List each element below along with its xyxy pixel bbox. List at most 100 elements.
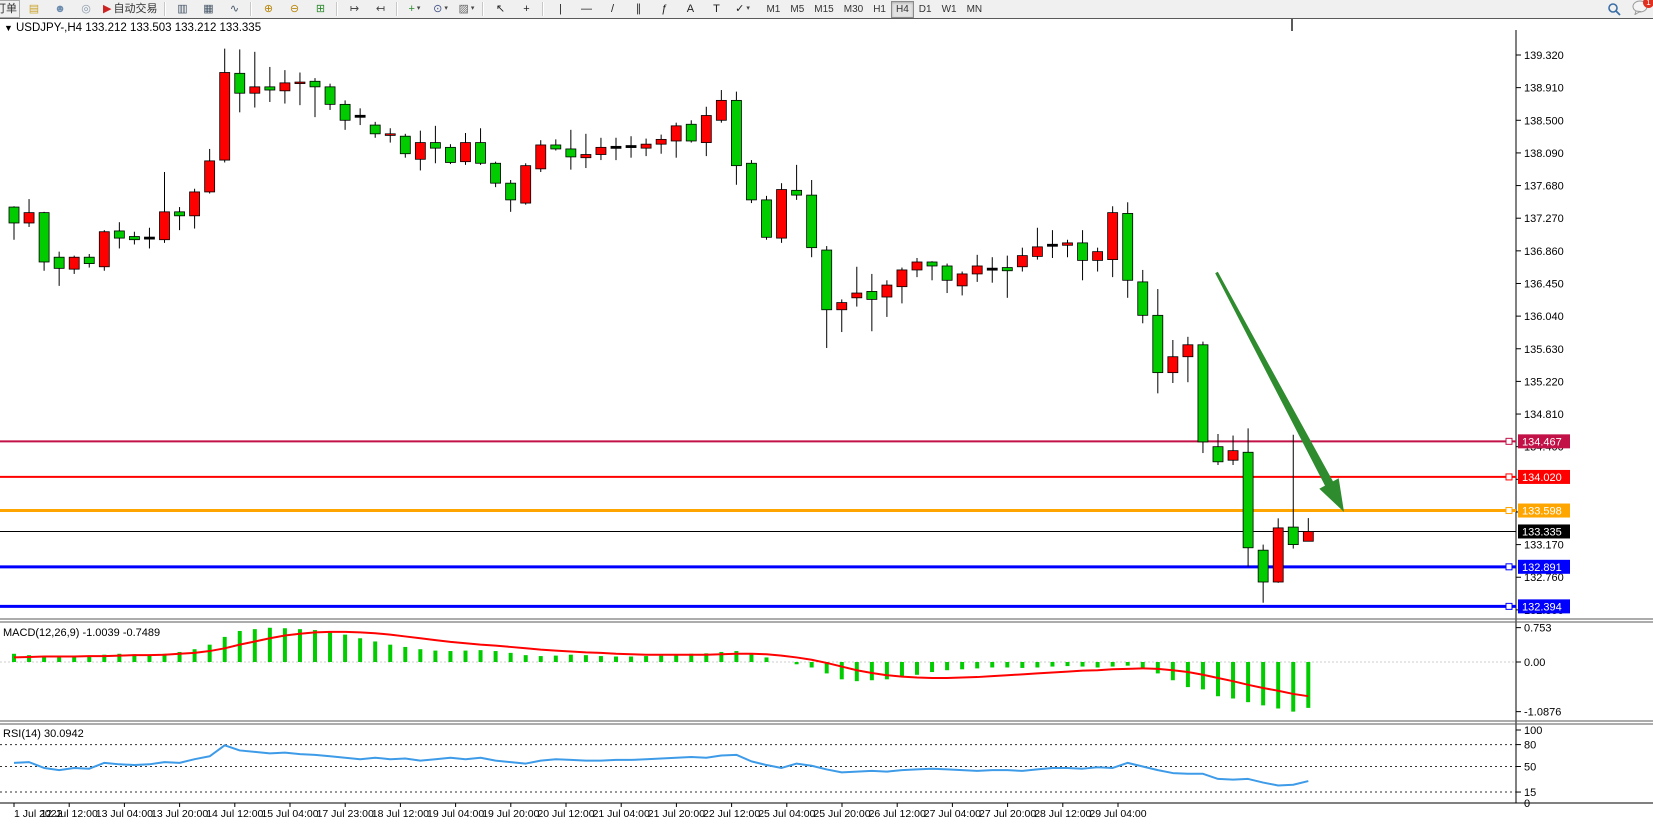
price-tag-label: 132.891 <box>1522 562 1562 574</box>
candle-body <box>716 100 726 120</box>
cursor-icon[interactable]: ↖ <box>488 0 512 18</box>
candle-body <box>1288 527 1298 545</box>
line-handle <box>1506 603 1512 609</box>
line-handle <box>1506 438 1512 444</box>
candle-body <box>792 190 802 195</box>
candle-body <box>400 136 410 154</box>
candle-body <box>1093 252 1103 261</box>
zoom-in-icon[interactable]: ⊕ <box>256 0 280 18</box>
timeframe-m15[interactable]: M15 <box>809 1 838 18</box>
time-tick-label: 19 Jul 04:00 <box>427 808 484 820</box>
add-indicator-icon[interactable]: +▾ <box>402 0 426 18</box>
scroll-to-end-icon[interactable]: ↦ <box>342 0 366 18</box>
candle-body <box>701 116 711 143</box>
price-tick-label: 138.910 <box>1524 83 1564 95</box>
label-icon[interactable]: T <box>704 0 728 18</box>
candle-body <box>84 257 94 263</box>
periods-icon[interactable]: ⊙▾ <box>428 0 452 18</box>
candle-body <box>626 146 636 148</box>
candle-chart-icon[interactable]: ▦ <box>196 0 220 18</box>
time-tick-label: 21 Jul 04:00 <box>593 808 650 820</box>
candle-body <box>566 149 576 157</box>
timeframe-m30[interactable]: M30 <box>839 1 868 18</box>
notification-badge: 1 <box>1643 0 1653 8</box>
timeframe-d1[interactable]: D1 <box>914 1 937 18</box>
level-lines <box>0 441 1516 606</box>
trendline-icon[interactable]: / <box>600 0 624 18</box>
crosshair-icon[interactable]: + <box>514 0 538 18</box>
chart-area[interactable]: 139.320138.910138.500138.090137.680137.2… <box>0 0 1653 828</box>
price-tick-label: 133.170 <box>1524 540 1564 552</box>
time-tick-label: 17 Jul 23:00 <box>317 808 374 820</box>
toolbar-right-group: 1 <box>1607 0 1649 18</box>
client-terminal-icon[interactable]: ☻ <box>48 0 72 18</box>
price-tick-label: 135.220 <box>1524 376 1564 388</box>
candle-body <box>746 163 756 200</box>
line-handle <box>1506 508 1512 514</box>
horizontal-line-icon[interactable]: — <box>574 0 598 18</box>
timeframe-h1[interactable]: H1 <box>868 1 891 18</box>
vertical-line-icon[interactable]: | <box>548 0 572 18</box>
time-tick-label: 12 Jul 12:00 <box>41 808 98 820</box>
candle-body <box>69 257 79 269</box>
candle-body <box>295 82 305 84</box>
candle-body <box>205 161 215 192</box>
price-tick-label: 138.500 <box>1524 115 1564 127</box>
candle-body <box>506 183 516 200</box>
time-tick-label: 13 Jul 04:00 <box>96 808 153 820</box>
candle-body <box>822 250 832 310</box>
candle-body <box>250 87 260 93</box>
line-handle <box>1506 564 1512 570</box>
timeframe-mn[interactable]: MN <box>962 1 988 18</box>
candle-body <box>220 73 230 161</box>
search-icon[interactable] <box>1607 2 1622 17</box>
candle-body <box>987 268 997 270</box>
new-order-button[interactable]: 订单 <box>0 0 20 18</box>
macd-tick-label: -1.0876 <box>1524 707 1561 719</box>
timeframe-group: M1M5M15M30H1H4D1W1MN <box>761 1 987 18</box>
chart-shift-icon[interactable]: ↤ <box>368 0 392 18</box>
candle-body <box>1183 345 1193 357</box>
candle-body <box>581 155 591 158</box>
timeframe-h4[interactable]: H4 <box>891 1 914 18</box>
zoom-out-icon[interactable]: ⊖ <box>282 0 306 18</box>
fibonacci-icon[interactable]: ƒ <box>652 0 676 18</box>
price-tick-label: 139.320 <box>1524 50 1564 62</box>
timeframe-m5[interactable]: M5 <box>785 1 809 18</box>
candle-body <box>39 213 49 262</box>
toolbar-separator <box>164 2 166 16</box>
candle-body <box>476 143 486 164</box>
chat-icon[interactable]: 1 <box>1632 0 1649 18</box>
autotrade-button[interactable]: ▶自动交易 <box>100 0 160 18</box>
price-tag-label: 134.020 <box>1522 472 1562 484</box>
signals-icon[interactable]: ◎ <box>74 0 98 18</box>
candle-body <box>596 147 606 154</box>
tile-windows-icon[interactable]: ⊞ <box>308 0 332 18</box>
candle-body <box>1213 447 1223 462</box>
macd-tick-label: 0.00 <box>1524 657 1545 669</box>
history-notepad-icon[interactable]: ▤ <box>22 0 46 18</box>
candle-body <box>355 115 365 117</box>
candle-body <box>24 213 34 223</box>
candle-body <box>1198 345 1208 442</box>
candle-body <box>190 192 200 216</box>
candle-body <box>686 124 696 141</box>
candle-body <box>611 146 621 148</box>
new-order-label: 订单 <box>0 2 17 16</box>
timeframe-w1[interactable]: W1 <box>937 1 962 18</box>
symbol-collapse-icon[interactable]: ▼ <box>4 23 13 33</box>
line-chart-icon[interactable]: ∿ <box>222 0 246 18</box>
toolbar-separator <box>396 2 398 16</box>
bar-chart-icon[interactable]: ▥ <box>170 0 194 18</box>
candle-body <box>852 293 862 298</box>
candle-body <box>1153 315 1163 372</box>
channel-icon[interactable]: ∥ <box>626 0 650 18</box>
templates-icon[interactable]: ▨▾ <box>454 0 478 18</box>
candle-body <box>536 145 546 169</box>
chart-header: USDJPY-,H4 133.212 133.503 133.212 133.3… <box>16 22 261 34</box>
text-icon[interactable]: A <box>678 0 702 18</box>
macd-label: MACD(12,26,9) -1.0039 -0.7489 <box>3 627 160 639</box>
time-axis: 1 Jul 202212 Jul 12:0013 Jul 04:0013 Jul… <box>14 803 1147 820</box>
timeframe-m1[interactable]: M1 <box>761 1 785 18</box>
arrows-tool-icon[interactable]: ✓▾ <box>730 0 754 18</box>
